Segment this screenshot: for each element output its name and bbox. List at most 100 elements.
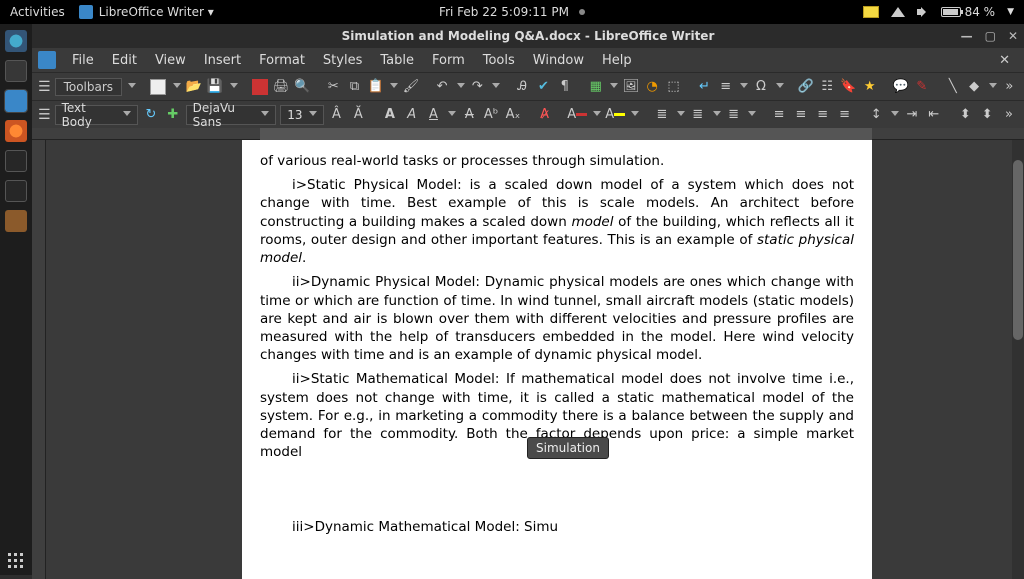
numbering-button[interactable]: ≣ — [689, 105, 707, 125]
footnote-button[interactable]: ☷ — [819, 77, 836, 97]
formatting-marks-button[interactable]: ¶ — [556, 77, 573, 97]
more-button[interactable]: » — [1000, 105, 1018, 125]
menu-insert[interactable]: Insert — [196, 51, 249, 70]
menu-edit[interactable]: Edit — [104, 51, 145, 70]
chevron-down-icon[interactable] — [677, 111, 685, 119]
menu-format[interactable]: Format — [251, 51, 313, 70]
underline-button[interactable]: A — [425, 105, 443, 125]
align-center-button[interactable]: ≡ — [792, 105, 810, 125]
window-minimize-button[interactable]: — — [961, 29, 973, 43]
subscript-button[interactable]: Aₓ — [504, 105, 522, 125]
paste-button[interactable]: 📋 — [367, 77, 384, 97]
chevron-down-icon[interactable] — [128, 83, 136, 91]
dock-app-firefox[interactable] — [5, 120, 27, 142]
paragraph-style-combo[interactable]: Text Body — [55, 105, 138, 125]
align-left-button[interactable]: ≡ — [770, 105, 788, 125]
new-button[interactable] — [150, 77, 167, 97]
clear-formatting-button[interactable]: A̷ — [536, 105, 554, 125]
chevron-down-icon[interactable] — [390, 83, 398, 91]
system-menu-chevron-icon[interactable]: ▼ — [1007, 7, 1014, 17]
window-close-button[interactable]: ✕ — [1008, 29, 1018, 43]
paragraph[interactable]: of various real-world tasks or processes… — [260, 152, 854, 170]
save-button[interactable]: 💾 — [206, 77, 223, 97]
font-color-button[interactable]: A — [567, 105, 587, 125]
image-button[interactable]: 🖼 — [622, 77, 639, 97]
sidebar-toggle-icon[interactable]: ☰ — [38, 107, 51, 123]
para-spacing-inc-button[interactable]: ⬍ — [956, 105, 974, 125]
document-close-button[interactable]: ✕ — [991, 51, 1018, 70]
redo-button[interactable]: ↷ — [469, 77, 486, 97]
table-button[interactable]: ▦ — [587, 77, 604, 97]
menu-form[interactable]: Form — [424, 51, 473, 70]
chevron-down-icon[interactable] — [989, 83, 997, 91]
export-pdf-button[interactable] — [251, 77, 268, 97]
cut-button[interactable]: ✂ — [325, 77, 342, 97]
menu-file[interactable]: File — [64, 51, 102, 70]
bold-button[interactable]: A — [381, 105, 399, 125]
scrollbar-thumb[interactable] — [1013, 160, 1023, 340]
chevron-down-icon[interactable] — [230, 83, 238, 91]
toolbars-dropdown[interactable]: Toolbars — [55, 78, 122, 96]
align-right-button[interactable]: ≡ — [814, 105, 832, 125]
battery-status[interactable]: 84 % — [941, 5, 996, 19]
menu-tools[interactable]: Tools — [475, 51, 523, 70]
special-char-button[interactable]: Ω — [752, 77, 769, 97]
line-spacing-button[interactable]: ↕ — [867, 105, 885, 125]
undo-button[interactable]: ↶ — [433, 77, 450, 97]
open-button[interactable]: 📂 — [185, 77, 202, 97]
more-button[interactable]: » — [1001, 77, 1018, 97]
sidebar-toggle-icon[interactable]: ☰ — [38, 79, 51, 95]
page-break-button[interactable]: ↵ — [696, 77, 713, 97]
menu-help[interactable]: Help — [594, 51, 640, 70]
chevron-down-icon[interactable] — [448, 111, 456, 119]
chevron-down-icon[interactable] — [457, 83, 465, 91]
italic-button[interactable]: A — [403, 105, 421, 125]
paragraph[interactable]: ii>Dynamic Physical Model: Dynamic physi… — [260, 273, 854, 364]
dock-app-chromium[interactable] — [5, 30, 27, 52]
line-button[interactable]: ╲ — [944, 77, 961, 97]
dock-app-terminal[interactable] — [5, 150, 27, 172]
menu-window[interactable]: Window — [525, 51, 592, 70]
menu-view[interactable]: View — [147, 51, 194, 70]
paragraph[interactable]: iii>Dynamic Mathematical Model: Simu — [260, 518, 854, 536]
print-preview-button[interactable]: 🔍 — [294, 77, 311, 97]
vertical-ruler[interactable] — [32, 140, 46, 579]
outline-button[interactable]: ≣ — [725, 105, 743, 125]
vertical-scrollbar[interactable] — [1012, 140, 1024, 579]
grow-font-button[interactable]: Â — [328, 105, 346, 125]
track-changes-button[interactable]: ✎ — [913, 77, 930, 97]
menu-table[interactable]: Table — [372, 51, 422, 70]
dock-app-files[interactable] — [5, 60, 27, 82]
chevron-down-icon[interactable] — [776, 83, 784, 91]
font-size-combo[interactable]: 13 — [280, 105, 323, 125]
chevron-down-icon[interactable] — [740, 83, 748, 91]
font-name-combo[interactable]: DejaVu Sans — [186, 105, 277, 125]
horizontal-ruler[interactable] — [32, 128, 1024, 140]
shapes-button[interactable]: ◆ — [965, 77, 982, 97]
clock[interactable]: Fri Feb 22 5:09:11 PM — [439, 5, 585, 19]
chevron-down-icon[interactable] — [610, 83, 618, 91]
indicator-icon[interactable] — [863, 6, 879, 18]
chevron-down-icon[interactable] — [173, 83, 181, 91]
update-style-button[interactable]: ↻ — [142, 105, 160, 125]
current-app-menu[interactable]: LibreOffice Writer ▾ — [79, 5, 214, 19]
window-titlebar[interactable]: Simulation and Modeling Q&A.docx - Libre… — [32, 24, 1024, 48]
field-button[interactable]: ≡ — [717, 77, 734, 97]
print-button[interactable]: 🖨 — [272, 77, 289, 97]
paragraph[interactable]: i>Static Physical Model: is a scaled dow… — [260, 176, 854, 267]
chart-button[interactable]: ◔ — [644, 77, 661, 97]
copy-button[interactable]: ⧉ — [346, 77, 363, 97]
justify-button[interactable]: ≡ — [836, 105, 854, 125]
chevron-down-icon[interactable] — [713, 111, 721, 119]
chevron-down-icon[interactable] — [631, 111, 639, 119]
menu-styles[interactable]: Styles — [315, 51, 370, 70]
highlight-button[interactable]: A — [605, 105, 625, 125]
decrease-indent-button[interactable]: ⇤ — [925, 105, 943, 125]
chevron-down-icon[interactable] — [748, 111, 756, 119]
strike-button[interactable]: A — [460, 105, 478, 125]
hyperlink-button[interactable]: 🔗 — [797, 77, 814, 97]
volume-icon[interactable] — [917, 6, 929, 18]
chevron-down-icon[interactable] — [593, 111, 601, 119]
document-page[interactable]: of various real-world tasks or processes… — [242, 140, 872, 579]
wifi-icon[interactable] — [891, 7, 905, 17]
